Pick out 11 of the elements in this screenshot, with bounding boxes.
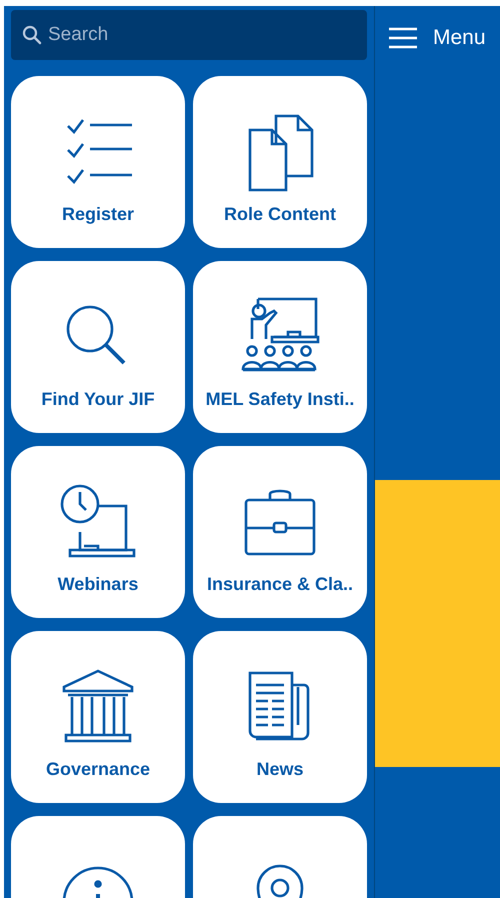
tile-button[interactable]: Governance <box>11 631 185 803</box>
tile-button[interactable]: Find Your JIF <box>11 261 185 433</box>
tile-button[interactable]: Register <box>11 76 185 248</box>
tile-button[interactable]: News <box>193 631 367 803</box>
tile-button[interactable]: Role Content <box>193 76 367 248</box>
tile-button[interactable]: Webinars <box>11 446 185 618</box>
tile-button[interactable]: MEL Safety Insti.. <box>193 261 367 433</box>
menu-icon <box>389 27 417 49</box>
menu-button[interactable]: Menu <box>375 6 500 56</box>
tile-button[interactable]: Insurance & Cla.. <box>193 446 367 618</box>
search-field[interactable]: Search <box>11 10 367 60</box>
